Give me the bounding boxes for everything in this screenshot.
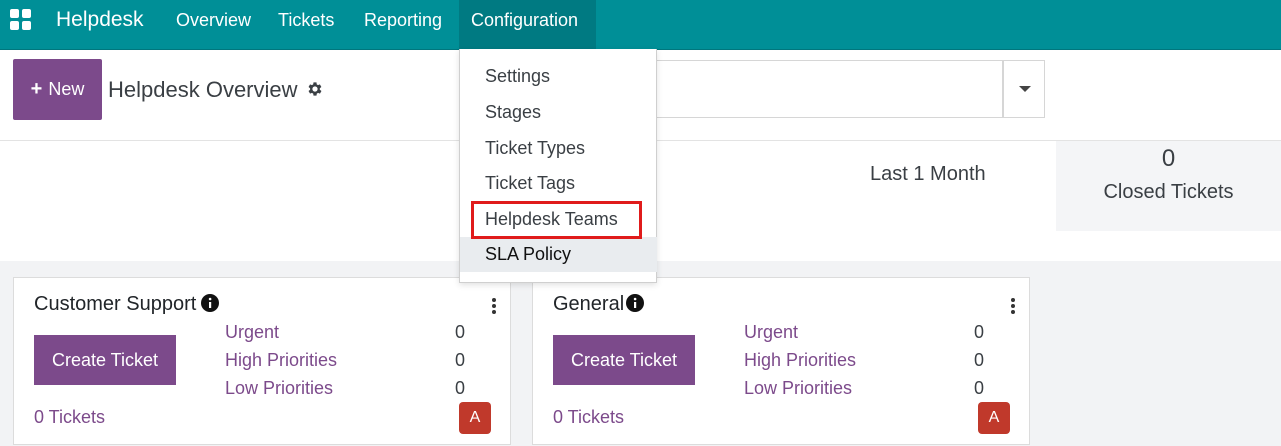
low-priorities-link[interactable]: Low Priorities xyxy=(744,378,852,399)
nav-configuration[interactable]: Configuration xyxy=(471,10,578,31)
nav-reporting[interactable]: Reporting xyxy=(364,10,442,31)
avatar[interactable]: A xyxy=(459,402,491,434)
tickets-count-link[interactable]: 0 Tickets xyxy=(34,407,105,428)
menu-item-helpdesk-teams[interactable]: Helpdesk Teams xyxy=(460,202,657,237)
team-card: General Create Ticket Urgent 0 High Prio… xyxy=(532,277,1030,445)
new-button-label: New xyxy=(48,79,85,99)
urgent-count[interactable]: 0 xyxy=(455,322,465,343)
app-brand[interactable]: Helpdesk xyxy=(56,8,144,32)
info-icon[interactable] xyxy=(626,294,644,312)
low-priorities-count[interactable]: 0 xyxy=(455,378,465,399)
closed-tickets-value: 0 xyxy=(1161,145,1176,172)
kebab-menu-icon[interactable] xyxy=(492,298,496,314)
create-ticket-button[interactable]: Create Ticket xyxy=(34,335,176,385)
tickets-count-link[interactable]: 0 Tickets xyxy=(553,407,624,428)
search-input[interactable] xyxy=(656,60,1003,118)
apps-grid-icon[interactable] xyxy=(10,9,32,31)
team-name[interactable]: General xyxy=(553,293,624,316)
new-button[interactable]: + New xyxy=(13,59,102,120)
page-title: Helpdesk Overview xyxy=(108,77,298,102)
caret-down-icon xyxy=(1019,86,1031,92)
kebab-menu-icon[interactable] xyxy=(1011,298,1015,314)
period-label: Last 1 Month xyxy=(870,163,986,185)
menu-item-ticket-tags[interactable]: Ticket Tags xyxy=(460,166,657,201)
configuration-dropdown: Settings Stages Ticket Types Ticket Tags… xyxy=(459,49,657,283)
low-priorities-link[interactable]: Low Priorities xyxy=(225,378,333,399)
team-name[interactable]: Customer Support xyxy=(34,293,196,316)
team-card: Customer Support Create Ticket Urgent 0 … xyxy=(13,277,511,445)
high-priorities-count[interactable]: 0 xyxy=(974,350,984,371)
menu-item-stages[interactable]: Stages xyxy=(460,95,657,130)
top-navbar: Helpdesk Overview Tickets Reporting Conf… xyxy=(0,0,1281,50)
high-priorities-link[interactable]: High Priorities xyxy=(744,350,856,371)
create-ticket-button[interactable]: Create Ticket xyxy=(553,335,695,385)
high-priorities-link[interactable]: High Priorities xyxy=(225,350,337,371)
menu-item-settings[interactable]: Settings xyxy=(460,59,657,94)
nav-tickets[interactable]: Tickets xyxy=(278,10,334,31)
info-icon[interactable] xyxy=(201,294,219,312)
urgent-count[interactable]: 0 xyxy=(974,322,984,343)
closed-tickets-label: Closed Tickets xyxy=(1103,181,1234,203)
avatar[interactable]: A xyxy=(978,402,1010,434)
nav-overview[interactable]: Overview xyxy=(176,10,251,31)
search-options-toggle[interactable] xyxy=(1003,60,1045,118)
gear-icon[interactable] xyxy=(306,80,324,98)
urgent-link[interactable]: Urgent xyxy=(225,322,279,343)
closed-tickets-stat[interactable]: 0 Closed Tickets xyxy=(1056,141,1281,231)
high-priorities-count[interactable]: 0 xyxy=(455,350,465,371)
low-priorities-count[interactable]: 0 xyxy=(974,378,984,399)
menu-item-sla-policy[interactable]: SLA Policy xyxy=(460,237,657,272)
urgent-link[interactable]: Urgent xyxy=(744,322,798,343)
menu-item-ticket-types[interactable]: Ticket Types xyxy=(460,131,657,166)
teams-kanban: Customer Support Create Ticket Urgent 0 … xyxy=(0,261,1281,446)
plus-icon: + xyxy=(30,78,43,100)
